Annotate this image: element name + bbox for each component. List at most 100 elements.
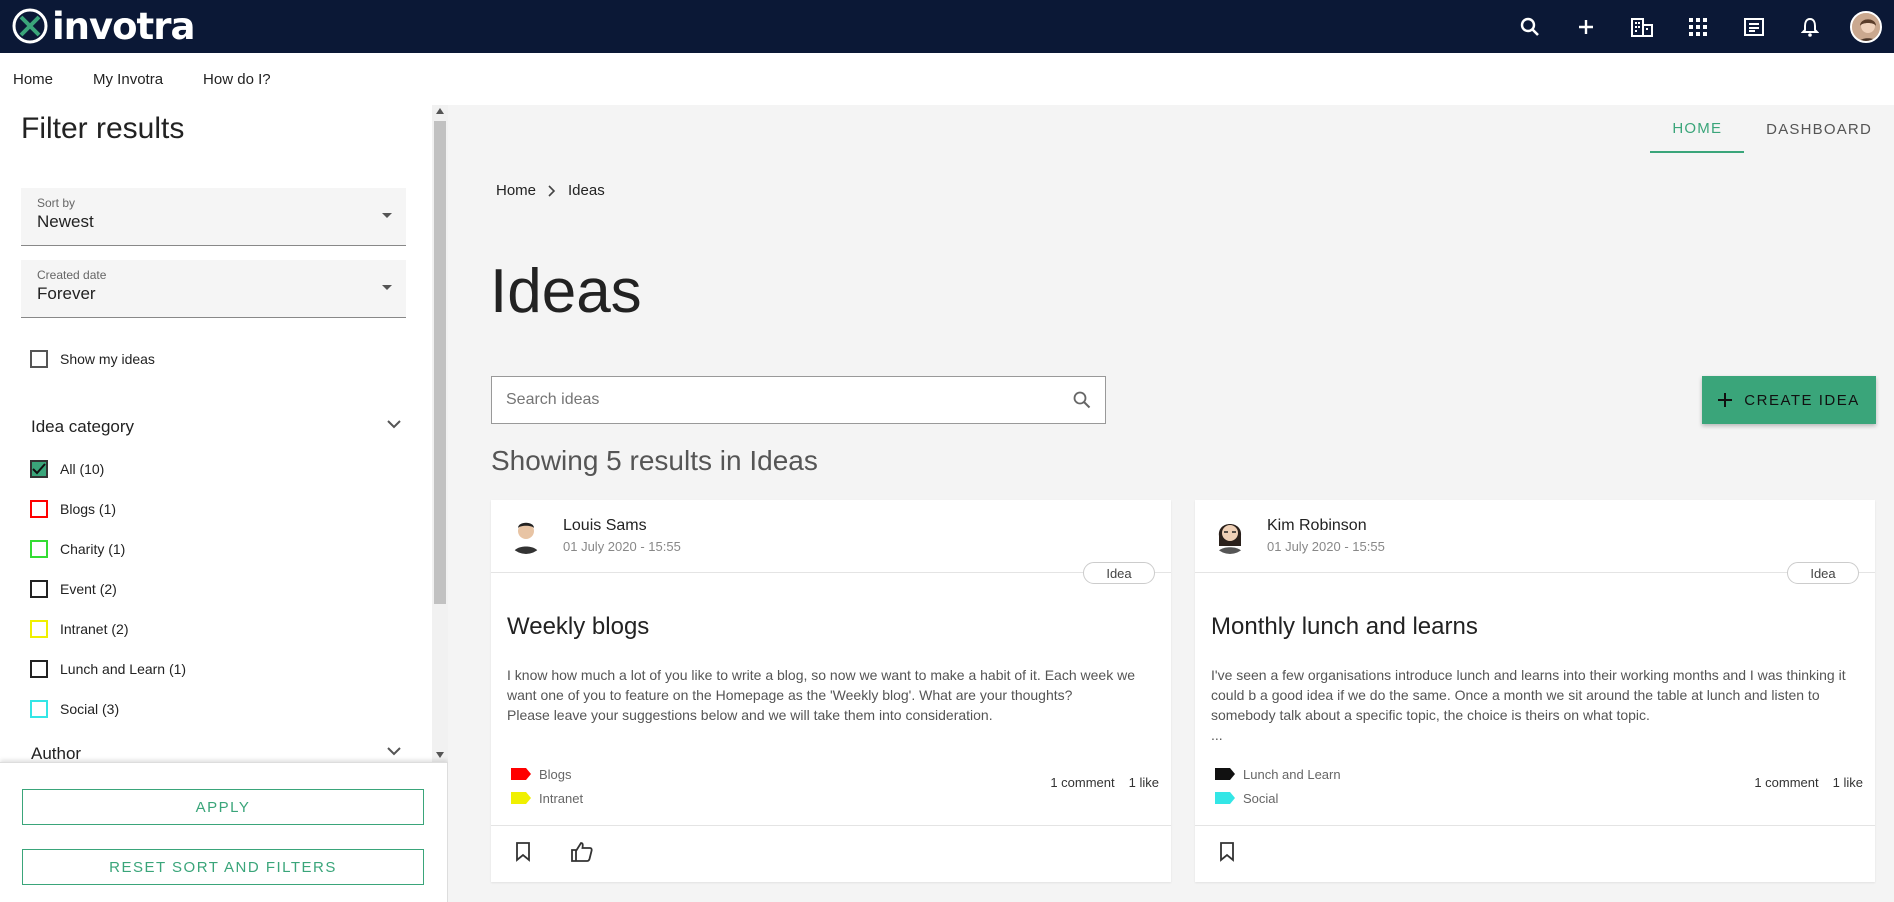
show-my-ideas-checkbox[interactable]: Show my ideas bbox=[30, 350, 155, 368]
category-label: Event (2) bbox=[60, 581, 117, 597]
filter-title: Filter results bbox=[21, 112, 185, 145]
page-title: Ideas bbox=[490, 257, 642, 326]
card-body: I've seen a few organisations introduce … bbox=[1211, 665, 1861, 745]
plus-icon bbox=[1718, 393, 1733, 407]
comment-count[interactable]: 1 comment bbox=[1050, 775, 1114, 790]
author-avatar bbox=[507, 516, 545, 554]
sort-by-value: Newest bbox=[37, 212, 94, 231]
tag-item[interactable]: Blogs bbox=[511, 762, 583, 786]
tag-label: Lunch and Learn bbox=[1243, 766, 1341, 782]
sort-by-select[interactable]: Sort by Newest bbox=[21, 188, 406, 246]
card-date: 01 July 2020 - 15:55 bbox=[1267, 539, 1385, 554]
category-label: Blogs (1) bbox=[60, 501, 117, 517]
apps-grid-icon[interactable] bbox=[1670, 0, 1726, 53]
checkbox-box[interactable] bbox=[30, 660, 48, 678]
category-option[interactable]: Intranet (2) bbox=[30, 620, 128, 638]
tag-label: Social bbox=[1243, 790, 1279, 806]
category-option[interactable]: Lunch and Learn (1) bbox=[30, 660, 186, 678]
tab-dashboard[interactable]: DASHBOARD bbox=[1744, 105, 1894, 153]
idea-category-title: Idea category bbox=[31, 417, 135, 436]
author-title: Author bbox=[31, 744, 82, 763]
card-stats: 1 comment 1 like bbox=[1050, 775, 1159, 790]
checkbox-box[interactable] bbox=[30, 350, 48, 368]
card-author[interactable]: Kim Robinson bbox=[1267, 517, 1367, 535]
category-label: Lunch and Learn (1) bbox=[60, 661, 187, 677]
idea-card[interactable]: Kim Robinson 01 July 2020 - 15:55 Idea M… bbox=[1195, 500, 1875, 882]
tag-item[interactable]: Lunch and Learn bbox=[1215, 762, 1341, 786]
invotra-logo[interactable]: invotra bbox=[12, 4, 195, 48]
chevron-down-icon[interactable] bbox=[387, 419, 401, 429]
search-input[interactable] bbox=[506, 391, 1026, 409]
subnav-how-do-i[interactable]: How do I? bbox=[203, 71, 271, 88]
card-tags: Lunch and Learn Social bbox=[1215, 762, 1341, 810]
tag-item[interactable]: Social bbox=[1215, 786, 1341, 810]
create-idea-button[interactable]: CREATE IDEA bbox=[1702, 376, 1876, 424]
user-avatar[interactable] bbox=[1838, 0, 1894, 53]
checkbox-box[interactable] bbox=[30, 460, 48, 478]
bookmark-icon[interactable] bbox=[1219, 842, 1235, 862]
reset-button[interactable]: RESET SORT AND FILTERS bbox=[22, 849, 424, 885]
card-body-paragraph: I know how much a lot of you like to wri… bbox=[507, 667, 1135, 703]
created-date-value: Forever bbox=[37, 284, 96, 303]
category-option[interactable]: Event (2) bbox=[30, 580, 117, 598]
tag-icon bbox=[511, 768, 531, 780]
category-label: Charity (1) bbox=[60, 541, 126, 557]
show-my-ideas-label: Show my ideas bbox=[60, 351, 155, 367]
news-icon[interactable] bbox=[1726, 0, 1782, 53]
tab-home[interactable]: HOME bbox=[1650, 105, 1745, 153]
check-icon bbox=[32, 463, 46, 475]
scroll-up-icon[interactable] bbox=[436, 108, 444, 114]
top-bar: invotra bbox=[0, 0, 1894, 53]
card-divider bbox=[491, 825, 1171, 826]
card-title[interactable]: Weekly blogs bbox=[507, 613, 649, 641]
bookmark-icon[interactable] bbox=[515, 842, 531, 862]
add-icon[interactable] bbox=[1558, 0, 1614, 53]
card-divider bbox=[1195, 825, 1875, 826]
category-option[interactable]: Social (3) bbox=[30, 700, 119, 718]
tag-icon bbox=[1215, 768, 1235, 780]
chevron-down-icon[interactable] bbox=[387, 746, 401, 756]
category-option[interactable]: All (10) bbox=[30, 460, 104, 478]
logo-text: invotra bbox=[52, 4, 195, 48]
card-type-badge: Idea bbox=[1083, 562, 1155, 584]
search-box[interactable] bbox=[491, 376, 1106, 424]
dropdown-caret-icon bbox=[382, 213, 392, 218]
author-header[interactable]: Author bbox=[31, 744, 401, 764]
search-icon[interactable] bbox=[1073, 391, 1091, 409]
checkbox-box[interactable] bbox=[30, 700, 48, 718]
idea-category-header[interactable]: Idea category bbox=[31, 417, 401, 437]
category-label: All (10) bbox=[60, 461, 105, 477]
card-body-paragraph: Please leave your suggestions below and … bbox=[507, 707, 993, 723]
card-type-badge: Idea bbox=[1787, 562, 1859, 584]
card-date: 01 July 2020 - 15:55 bbox=[563, 539, 681, 554]
checkbox-box[interactable] bbox=[30, 540, 48, 558]
building-icon[interactable] bbox=[1614, 0, 1670, 53]
category-label: Social (3) bbox=[60, 701, 120, 717]
card-actions bbox=[515, 842, 593, 862]
thumbs-up-icon[interactable] bbox=[571, 842, 593, 862]
scrollbar-thumb[interactable] bbox=[434, 121, 446, 604]
card-author[interactable]: Louis Sams bbox=[563, 517, 647, 535]
idea-card[interactable]: Louis Sams 01 July 2020 - 15:55 Idea Wee… bbox=[491, 500, 1171, 882]
like-count[interactable]: 1 like bbox=[1833, 775, 1863, 790]
bell-icon[interactable] bbox=[1782, 0, 1838, 53]
breadcrumb-home[interactable]: Home bbox=[496, 182, 536, 199]
create-idea-label: CREATE IDEA bbox=[1744, 391, 1860, 409]
scroll-down-icon[interactable] bbox=[436, 752, 444, 758]
sidebar-scrollbar[interactable] bbox=[432, 105, 448, 762]
search-icon[interactable] bbox=[1502, 0, 1558, 53]
checkbox-box[interactable] bbox=[30, 500, 48, 518]
category-option[interactable]: Charity (1) bbox=[30, 540, 125, 558]
like-count[interactable]: 1 like bbox=[1129, 775, 1159, 790]
checkbox-box[interactable] bbox=[30, 620, 48, 638]
created-date-select[interactable]: Created date Forever bbox=[21, 260, 406, 318]
comment-count[interactable]: 1 comment bbox=[1754, 775, 1818, 790]
apply-button[interactable]: APPLY bbox=[22, 789, 424, 825]
tag-item[interactable]: Intranet bbox=[511, 786, 583, 810]
category-option[interactable]: Blogs (1) bbox=[30, 500, 116, 518]
checkbox-box[interactable] bbox=[30, 580, 48, 598]
subnav-my-invotra[interactable]: My Invotra bbox=[93, 71, 163, 88]
card-title[interactable]: Monthly lunch and learns bbox=[1211, 613, 1478, 641]
sub-navigation: Home My Invotra How do I? bbox=[0, 53, 1894, 105]
subnav-home[interactable]: Home bbox=[13, 71, 53, 88]
